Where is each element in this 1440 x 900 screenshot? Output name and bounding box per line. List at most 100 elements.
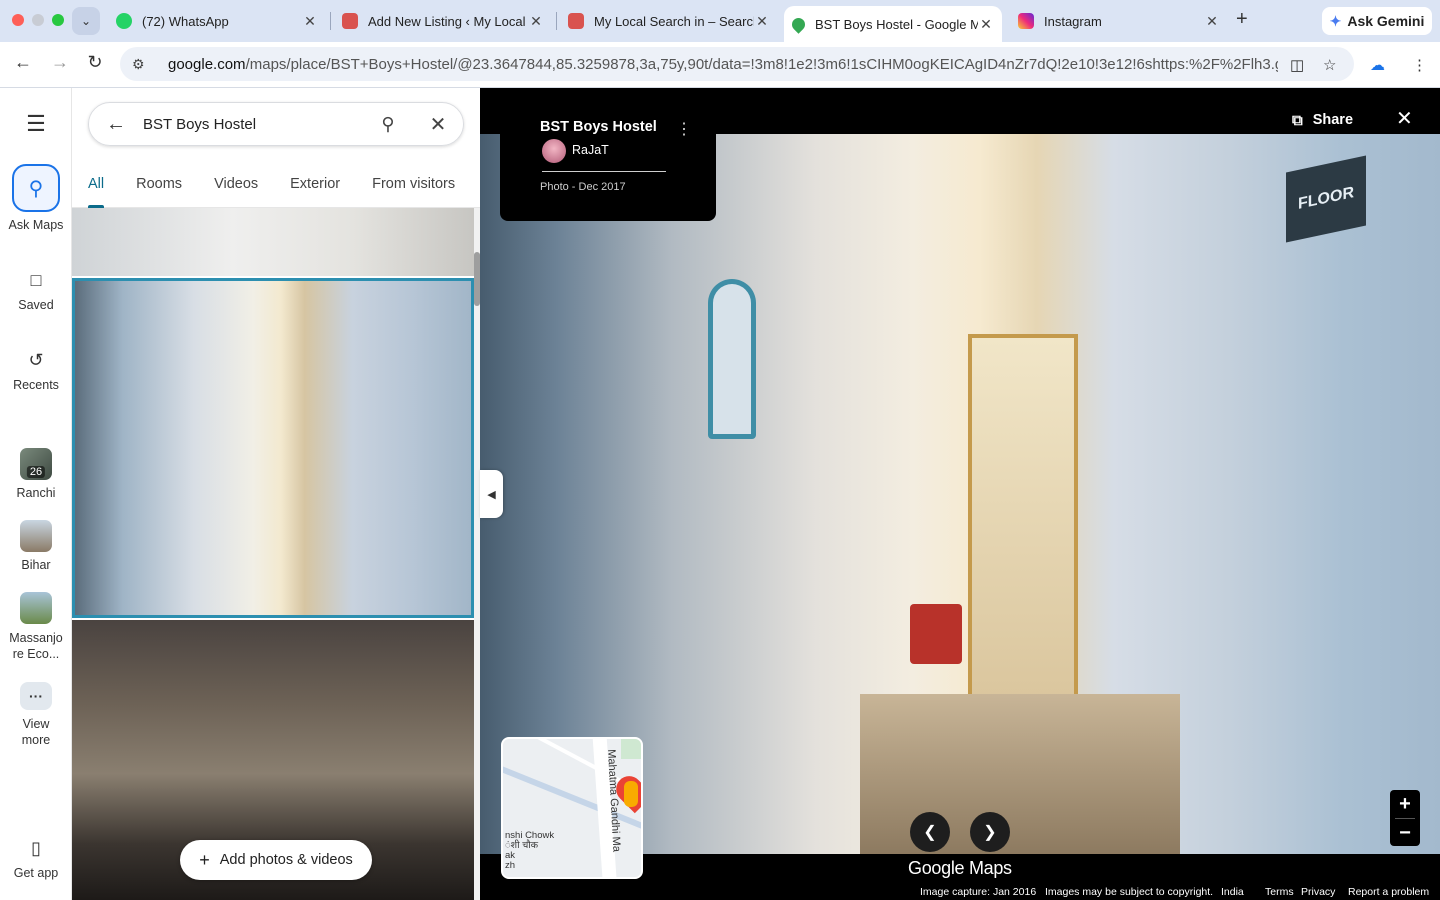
new-tab-button[interactable]: + <box>1236 8 1248 31</box>
close-tab-icon[interactable]: ✕ <box>978 16 994 33</box>
door-shape <box>968 334 1078 724</box>
reload-button[interactable]: ↻ <box>82 52 108 73</box>
zoom-in-button[interactable]: + <box>1390 790 1420 818</box>
viewer-footer: Image capture: Jan 2016 Images may be su… <box>480 884 1440 900</box>
place-title[interactable]: BST Boys Hostel <box>540 119 657 135</box>
bookmark-star-icon[interactable]: ☆ <box>1323 56 1336 74</box>
maps-pin-icon <box>789 14 808 34</box>
tab-from-visitors[interactable]: From visitors <box>372 176 455 208</box>
close-icon: ✕ <box>1396 108 1413 130</box>
tab-divider <box>556 12 557 30</box>
ask-maps-button[interactable]: ⚲ Ask Maps <box>0 164 72 232</box>
divider <box>542 171 666 172</box>
minimize-window-button[interactable] <box>32 14 44 26</box>
zoom-control: + − <box>1390 790 1420 846</box>
sparkle-search-icon: ⚲ <box>12 164 60 212</box>
triangle-left-icon: ◀ <box>487 488 496 501</box>
zoom-out-button[interactable]: − <box>1390 819 1420 847</box>
avatar[interactable] <box>542 139 566 163</box>
view-more-button[interactable]: ··· View more <box>0 682 72 748</box>
pegman-icon[interactable] <box>624 781 638 807</box>
more-horizontal-icon: ··· <box>20 682 52 710</box>
recents-button[interactable]: ↺ Recents <box>0 348 72 393</box>
chevron-left-icon: ❮ <box>923 824 937 841</box>
back-arrow-icon[interactable]: ← <box>89 113 143 136</box>
url-text: google.com/maps/place/BST+Boys+Hostel/@2… <box>168 55 1278 73</box>
search-icon[interactable]: ⚲ <box>363 114 413 135</box>
photo-thumbnail[interactable] <box>72 208 474 276</box>
install-app-icon[interactable]: ◫ <box>1290 56 1304 74</box>
profile-icon[interactable]: ☁ <box>1370 56 1385 74</box>
next-photo-button[interactable]: ❯ <box>970 812 1010 852</box>
photo-thumbnail-selected[interactable] <box>72 278 474 618</box>
chevron-right-icon: ❯ <box>983 824 997 841</box>
minus-icon: − <box>1399 821 1411 844</box>
whatsapp-icon <box>116 13 132 29</box>
close-tab-icon[interactable]: ✕ <box>302 13 318 30</box>
site-icon <box>568 13 584 29</box>
tab-add-listing[interactable]: Add New Listing ‹ My Local ✕ <box>334 6 552 36</box>
country-link[interactable]: India <box>1221 886 1244 898</box>
search-input[interactable]: BST Boys Hostel <box>143 116 363 133</box>
tab-whatsapp[interactable]: (72) WhatsApp ✕ <box>108 6 326 36</box>
photo-date: Photo - Dec 2017 <box>540 181 626 193</box>
phone-icon: ▯ <box>31 837 41 858</box>
tab-instagram[interactable]: Instagram ✕ <box>1010 6 1228 36</box>
floor-sign: FLOOR <box>1286 155 1366 243</box>
photo-category-tabs: All Rooms Videos Exterior From visitors <box>72 176 480 208</box>
get-app-button[interactable]: ▯ Get app <box>0 836 72 881</box>
close-tab-icon[interactable]: ✕ <box>1204 13 1220 30</box>
google-maps-logo: Google Maps <box>908 858 1012 878</box>
copyright-notice: Images may be subject to copyright. <box>1045 886 1214 898</box>
chevron-down-icon: ⌄ <box>80 14 92 28</box>
zoom-window-button[interactable] <box>52 14 64 26</box>
plus-icon: + <box>1399 792 1411 815</box>
saved-button[interactable]: □ Saved <box>0 268 72 313</box>
close-window-button[interactable] <box>12 14 24 26</box>
place-thumbnail <box>20 520 52 552</box>
browser-menu-icon[interactable]: ⋮ <box>1412 56 1427 74</box>
tab-search-button[interactable]: ⌄ <box>72 7 100 35</box>
kebab-icon[interactable]: ⋮ <box>676 119 692 139</box>
close-tab-icon[interactable]: ✕ <box>528 13 544 30</box>
gemini-icon: ✦ <box>1329 12 1342 29</box>
maps-left-rail: ☰ ⚲ Ask Maps □ Saved ↺ Recents 26 Ranchi… <box>0 88 72 900</box>
share-icon: ⧉ <box>1292 111 1303 129</box>
address-bar[interactable]: ⚙ google.com/maps/place/BST+Boys+Hostel/… <box>120 47 1354 81</box>
place-label: nshi Chowk ंशी चौक ak zh <box>505 830 555 871</box>
recent-place-ranchi[interactable]: 26 Ranchi <box>0 448 72 500</box>
plus-icon: + <box>199 849 210 870</box>
photo-viewer: FLOOR BST Boys Hostel ⋮ RaJaT Photo - De… <box>480 88 1440 900</box>
previous-photo-button[interactable]: ❮ <box>910 812 950 852</box>
tab-my-local-search[interactable]: My Local Search in – Search ✕ <box>560 6 778 36</box>
mini-map[interactable]: Mahatma Gandhi Ma nshi Chowk ंशी चौक ak … <box>501 737 643 879</box>
site-settings-icon[interactable]: ⚙ <box>132 56 152 73</box>
menu-icon: ☰ <box>26 111 46 136</box>
terms-link[interactable]: Terms <box>1265 886 1294 898</box>
ask-gemini-button[interactable]: ✦ Ask Gemini <box>1322 7 1432 35</box>
privacy-link[interactable]: Privacy <box>1301 886 1335 898</box>
close-icon[interactable]: ✕ <box>413 112 463 137</box>
forward-button[interactable]: → <box>47 52 73 73</box>
tab-videos[interactable]: Videos <box>214 176 258 208</box>
site-icon <box>342 13 358 29</box>
add-photos-button[interactable]: + Add photos & videos <box>180 840 372 880</box>
photos-panel: ← BST Boys Hostel ⚲ ✕ All Rooms Videos E… <box>72 88 480 900</box>
close-viewer-button[interactable]: ✕ <box>1396 106 1413 131</box>
menu-button[interactable]: ☰ <box>0 111 72 142</box>
tab-all[interactable]: All <box>88 176 105 208</box>
share-button[interactable]: ⧉ Share <box>1292 108 1353 132</box>
close-tab-icon[interactable]: ✕ <box>754 13 770 30</box>
search-box: ← BST Boys Hostel ⚲ ✕ <box>88 102 464 146</box>
tab-google-maps[interactable]: BST Boys Hostel - Google M ✕ <box>784 6 1002 42</box>
recent-place-bihar[interactable]: Bihar <box>0 520 72 572</box>
report-problem-link[interactable]: Report a problem <box>1348 886 1429 898</box>
collapse-panel-button[interactable]: ◀ <box>480 470 503 518</box>
place-thumbnail <box>20 592 52 624</box>
author-name[interactable]: RaJaT <box>572 143 609 157</box>
tab-rooms[interactable]: Rooms <box>136 176 182 208</box>
tab-exterior[interactable]: Exterior <box>290 176 340 208</box>
recent-place-massanjore[interactable]: Massanjo re Eco... <box>0 592 72 662</box>
browser-toolbar: ← → ↻ ⚙ google.com/maps/place/BST+Boys+H… <box>0 42 1440 88</box>
back-button[interactable]: ← <box>10 52 36 73</box>
